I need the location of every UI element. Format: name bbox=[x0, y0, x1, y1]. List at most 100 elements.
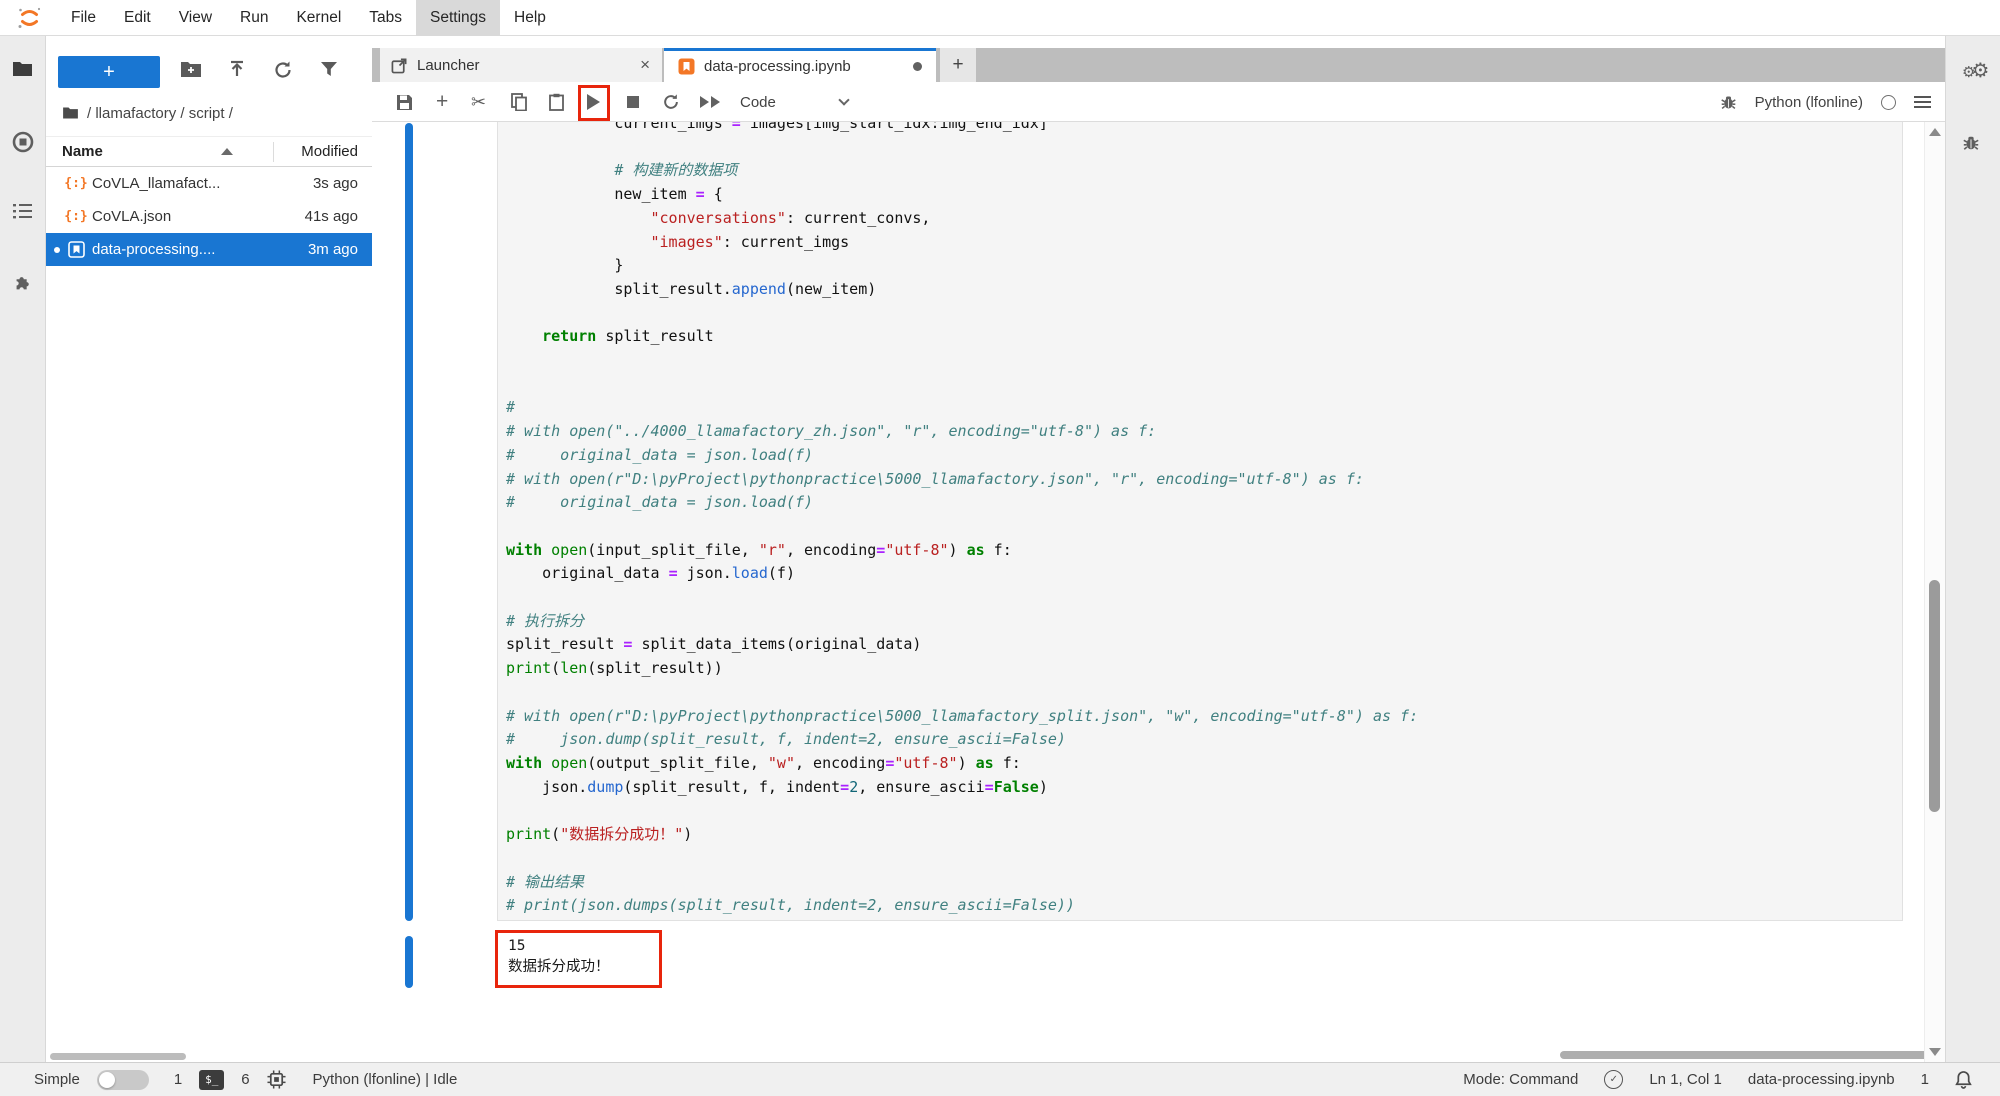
extensions-icon[interactable] bbox=[12, 271, 34, 293]
scroll-up-icon[interactable] bbox=[1929, 128, 1941, 136]
file-name: data-processing.... bbox=[92, 241, 215, 258]
output-cell-bar[interactable] bbox=[405, 936, 413, 988]
file-modified: 41s ago bbox=[305, 208, 358, 225]
simple-mode-toggle[interactable] bbox=[97, 1070, 149, 1090]
tab-label: data-processing.ipynb bbox=[704, 58, 851, 75]
menu-tabs[interactable]: Tabs bbox=[355, 0, 416, 36]
restart-run-all-icon[interactable] bbox=[700, 82, 722, 122]
column-modified[interactable]: Modified bbox=[301, 143, 358, 160]
active-cell-bar[interactable] bbox=[405, 123, 413, 921]
new-folder-icon[interactable] bbox=[180, 60, 202, 78]
file-row-covla-json[interactable]: {:} CoVLA.json 41s ago bbox=[46, 200, 372, 233]
menu-settings[interactable]: Settings bbox=[416, 0, 500, 36]
copy-icon[interactable] bbox=[511, 82, 527, 122]
menu-help[interactable]: Help bbox=[500, 0, 560, 36]
menu-kernel[interactable]: Kernel bbox=[282, 0, 355, 36]
statusbar-filename: data-processing.ipynb bbox=[1748, 1071, 1895, 1088]
chevron-down-icon[interactable] bbox=[840, 82, 848, 122]
file-browser-panel: + / llamafactory / script / Name Modifie… bbox=[46, 36, 372, 1062]
kernel-chip-icon[interactable] bbox=[267, 1070, 286, 1089]
terminal-icon[interactable]: $_ bbox=[199, 1070, 224, 1090]
menu-file[interactable]: File bbox=[57, 0, 110, 36]
tab-label: Launcher bbox=[417, 57, 480, 74]
file-row-covla-llamafactory[interactable]: {:} CoVLA_llamafact... 3s ago bbox=[46, 167, 372, 200]
notification-count: 1 bbox=[1921, 1071, 1929, 1088]
menu-edit[interactable]: Edit bbox=[110, 0, 165, 36]
breadcrumb-path: / llamafactory / script / bbox=[87, 105, 233, 122]
json-file-icon: {:} bbox=[66, 209, 86, 224]
filebrowser-hscroll-thumb[interactable] bbox=[50, 1053, 186, 1060]
unsaved-dot-icon bbox=[54, 247, 60, 253]
notebook-content: current_imgs = images[img_start_idx:img_… bbox=[372, 122, 1945, 1062]
scroll-down-icon[interactable] bbox=[1929, 1048, 1941, 1056]
add-cell-icon[interactable]: + bbox=[436, 82, 448, 122]
file-modified: 3m ago bbox=[308, 241, 358, 258]
new-launcher-button[interactable]: + bbox=[58, 56, 160, 88]
kernel-count: 6 bbox=[241, 1071, 249, 1088]
status-bar: Simple 1 $_ 6 Python (lfonline) | Idle M… bbox=[0, 1062, 2000, 1096]
filter-icon[interactable] bbox=[320, 60, 338, 78]
restart-icon[interactable] bbox=[662, 82, 680, 122]
run-annotation-box bbox=[578, 85, 610, 121]
file-browser-icon[interactable] bbox=[12, 60, 33, 78]
dock-panel: Launcher × data-processing.ipynb + + ✂ bbox=[372, 36, 1945, 1062]
notebook-vscrollbar[interactable] bbox=[1924, 122, 1945, 1062]
menu-run[interactable]: Run bbox=[226, 0, 282, 36]
code-cell-editor[interactable]: current_imgs = images[img_start_idx:img_… bbox=[497, 122, 1903, 921]
activity-bar bbox=[0, 36, 46, 1062]
cursor-position: Ln 1, Col 1 bbox=[1649, 1071, 1722, 1088]
menu-icon[interactable] bbox=[1914, 93, 1931, 111]
column-divider bbox=[273, 142, 274, 162]
notebook-hscroll-thumb[interactable] bbox=[1560, 1051, 1932, 1059]
bell-icon[interactable] bbox=[1955, 1070, 1972, 1089]
kernel-status-text: Python (lfonline) | Idle bbox=[313, 1071, 458, 1088]
refresh-icon[interactable] bbox=[273, 60, 293, 80]
breadcrumb[interactable]: / llamafactory / script / bbox=[62, 98, 233, 128]
new-tab-button[interactable]: + bbox=[940, 48, 976, 82]
code-text[interactable]: current_imgs = images[img_start_idx:img_… bbox=[498, 122, 1902, 918]
debugger-icon[interactable] bbox=[1962, 134, 1980, 152]
notebook-file-icon bbox=[66, 241, 86, 258]
notebook-icon bbox=[678, 58, 695, 75]
toc-icon[interactable] bbox=[12, 201, 34, 221]
kernel-status-icon[interactable] bbox=[1881, 95, 1896, 110]
kernel-name[interactable]: Python (lfonline) bbox=[1755, 94, 1863, 111]
json-file-icon: {:} bbox=[66, 176, 86, 191]
running-kernels-icon[interactable] bbox=[12, 131, 34, 153]
file-list: {:} CoVLA_llamafact... 3s ago {:} CoVLA.… bbox=[46, 167, 372, 266]
terminal-count: 1 bbox=[174, 1071, 182, 1088]
sort-asc-icon[interactable] bbox=[221, 148, 233, 155]
property-inspector-icon[interactable]: ⚙⚙ bbox=[1962, 58, 1985, 82]
notebook-toolbar: + ✂ Code Python (lfonline) bbox=[372, 82, 1945, 122]
mode-indicator: Mode: Command bbox=[1463, 1071, 1578, 1088]
cut-icon[interactable]: ✂ bbox=[471, 82, 486, 122]
file-name: CoVLA_llamafact... bbox=[92, 175, 220, 192]
paste-icon[interactable] bbox=[549, 82, 564, 122]
output-line: 数据拆分成功！ bbox=[508, 957, 649, 978]
menubar: File Edit View Run Kernel Tabs Settings … bbox=[0, 0, 2000, 36]
output-annotation-box: 15 数据拆分成功！ bbox=[495, 930, 662, 988]
jupyter-logo-icon bbox=[16, 5, 43, 31]
launcher-icon bbox=[391, 57, 408, 74]
save-icon[interactable] bbox=[396, 82, 413, 122]
file-name: CoVLA.json bbox=[92, 208, 171, 225]
cell-type-dropdown[interactable]: Code bbox=[740, 82, 776, 122]
trusted-icon[interactable]: ✓ bbox=[1604, 1070, 1623, 1089]
column-name[interactable]: Name bbox=[62, 143, 103, 160]
tab-bar: Launcher × data-processing.ipynb + bbox=[372, 48, 1945, 82]
upload-icon[interactable] bbox=[227, 60, 247, 80]
right-sidebar: ⚙⚙ bbox=[1945, 36, 2000, 1062]
dirty-dot-icon[interactable] bbox=[913, 62, 922, 71]
file-modified: 3s ago bbox=[313, 175, 358, 192]
tab-data-processing[interactable]: data-processing.ipynb bbox=[664, 48, 936, 82]
bug-icon[interactable] bbox=[1720, 94, 1737, 111]
tab-launcher[interactable]: Launcher × bbox=[380, 48, 662, 82]
file-list-header: Name Modified bbox=[46, 136, 372, 167]
close-icon[interactable]: × bbox=[640, 55, 650, 75]
vscroll-thumb[interactable] bbox=[1929, 580, 1940, 812]
stop-icon[interactable] bbox=[627, 82, 639, 122]
file-row-data-processing[interactable]: data-processing.... 3m ago bbox=[46, 233, 372, 266]
menu-view[interactable]: View bbox=[165, 0, 226, 36]
output-line: 15 bbox=[508, 936, 649, 957]
simple-mode-label: Simple bbox=[34, 1071, 80, 1088]
